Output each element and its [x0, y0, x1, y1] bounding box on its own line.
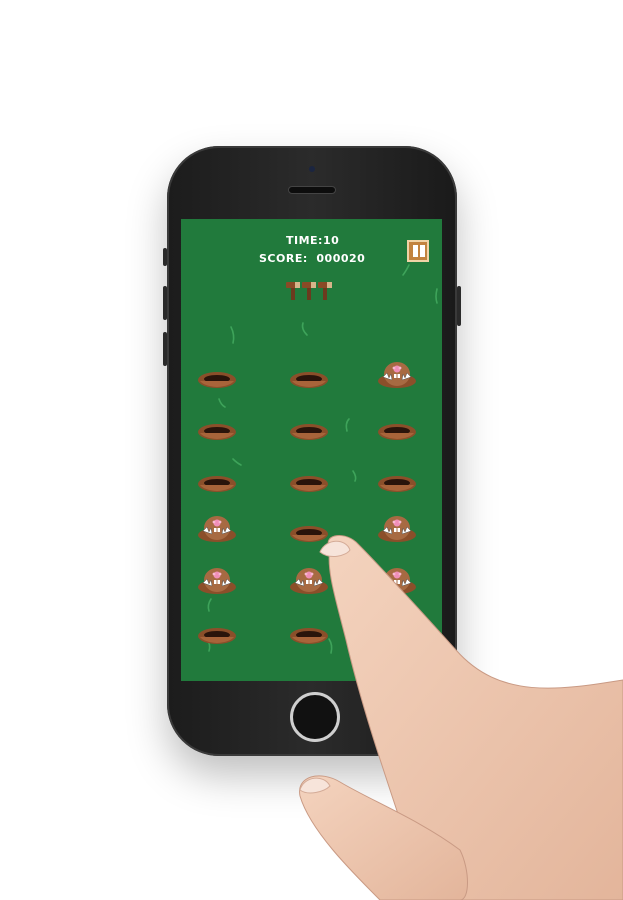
front-camera [309, 166, 315, 172]
mole-hole[interactable] [197, 473, 237, 493]
mole[interactable] [377, 565, 417, 595]
mole-hole[interactable] [289, 421, 329, 441]
mole-hole[interactable] [377, 421, 417, 441]
mole-hole[interactable] [377, 625, 417, 645]
mole[interactable] [289, 565, 329, 595]
mole[interactable] [197, 565, 237, 595]
mole-hole[interactable] [197, 421, 237, 441]
mole-hole[interactable] [289, 473, 329, 493]
game-screen: TIME:10 SCORE: 000020 [181, 219, 442, 681]
home-button[interactable] [290, 692, 340, 742]
grass-decoration [206, 264, 438, 654]
power-button [457, 286, 461, 326]
mute-switch [163, 248, 167, 266]
mole[interactable] [377, 513, 417, 543]
mole[interactable] [377, 359, 417, 389]
volume-down-button [163, 332, 167, 366]
mole-hole[interactable] [377, 473, 417, 493]
volume-up-button [163, 286, 167, 320]
earpiece-speaker [288, 186, 336, 194]
mole-hole[interactable] [197, 625, 237, 645]
mole-hole[interactable] [289, 523, 329, 543]
mole[interactable] [197, 513, 237, 543]
mole-hole[interactable] [289, 369, 329, 389]
mole-hole[interactable] [197, 369, 237, 389]
mole-hole[interactable] [289, 625, 329, 645]
